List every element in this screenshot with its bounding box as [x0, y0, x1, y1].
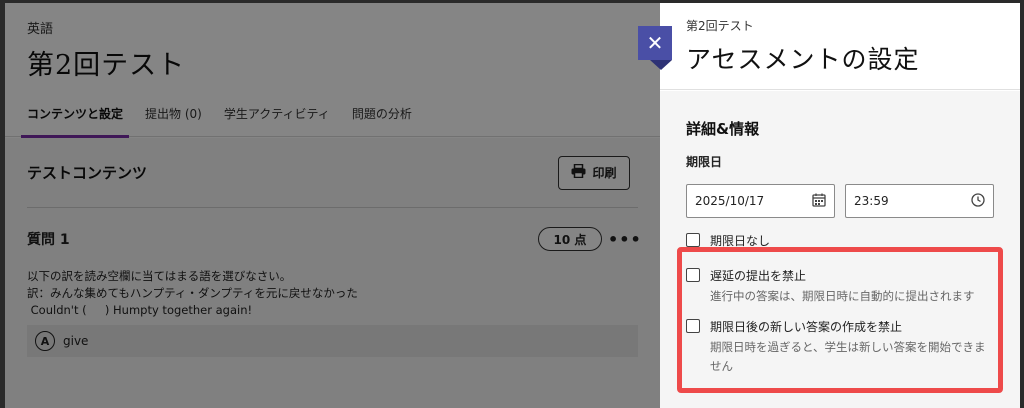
due-date-label: 期限日: [686, 155, 723, 169]
due-time-field[interactable]: 23:59: [845, 184, 994, 218]
panel-title: アセスメントの設定: [686, 45, 920, 74]
clock-icon[interactable]: [971, 192, 985, 210]
details-heading: 詳細&情報: [686, 120, 760, 138]
calendar-icon[interactable]: [812, 193, 826, 210]
no-due-date-checkbox[interactable]: [686, 233, 700, 247]
panel-subtitle: 第2回テスト: [686, 19, 754, 33]
due-date-row: 2025/10/17 23:59: [686, 184, 994, 218]
close-panel-button[interactable]: ✕: [638, 26, 672, 70]
due-time-value: 23:59: [854, 194, 889, 208]
due-date-value: 2025/10/17: [695, 194, 765, 208]
modal-overlay[interactable]: [5, 3, 660, 408]
due-date-field[interactable]: 2025/10/17: [686, 184, 835, 218]
panel-header: 第2回テスト アセスメントの設定: [660, 3, 1020, 90]
close-icon: ✕: [646, 31, 664, 55]
highlight-box: [677, 247, 1003, 393]
